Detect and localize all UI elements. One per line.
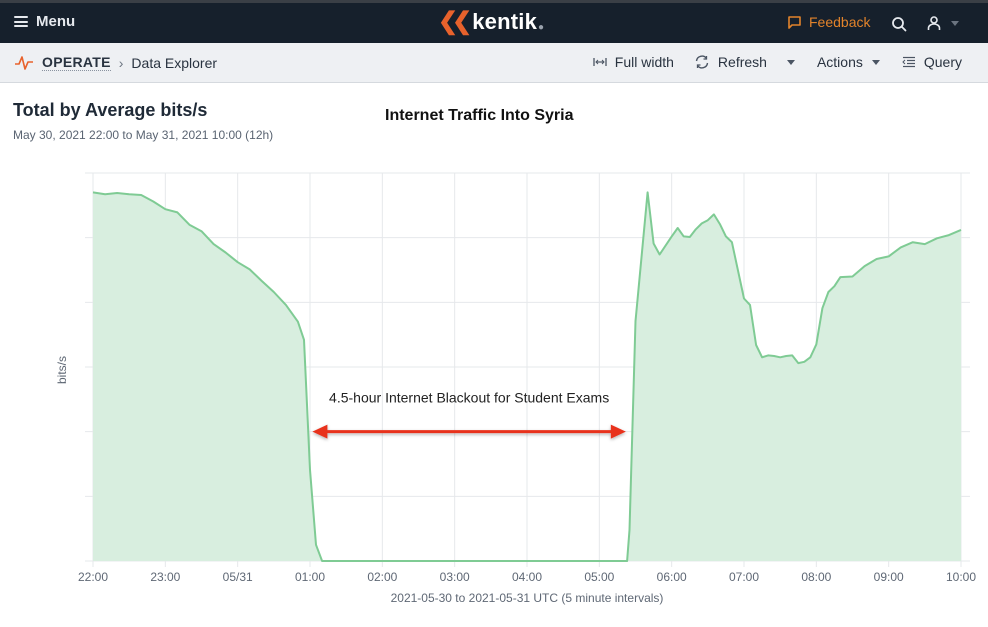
x-tick-label: 08:00 [801,570,831,584]
x-tick-label: 01:00 [295,570,325,584]
x-tick-label: 06:00 [657,570,687,584]
x-tick-label: 09:00 [874,570,904,584]
annotation: 4.5-hour Internet Blackout for Student E… [312,390,626,439]
x-tick-label: 03:00 [440,570,470,584]
x-axis-ticks: 22:00 23:00 05/31 01:00 02:00 03:00 04:00 05:00… [78,570,976,584]
y-axis-title: bits/s [55,356,69,384]
x-tick-label: 22:00 [78,570,108,584]
traffic-area-chart: 22:00 23:00 05/31 01:00 02:00 03:00 04:00 05:00… [55,172,976,605]
x-axis-title: 2021-05-30 to 2021-05-31 UTC (5 minute i… [391,591,664,605]
x-tick-label: 05/31 [223,570,253,584]
annotation-text: 4.5-hour Internet Blackout for Student E… [329,390,609,406]
x-tick-label: 04:00 [512,570,542,584]
double-arrow-icon [312,424,626,439]
x-tick-label: 02:00 [367,570,397,584]
x-tick-label: 05:00 [584,570,614,584]
x-tick-label: 23:00 [150,570,180,584]
x-tick-label: 07:00 [729,570,759,584]
x-tick-label: 10:00 [946,570,976,584]
